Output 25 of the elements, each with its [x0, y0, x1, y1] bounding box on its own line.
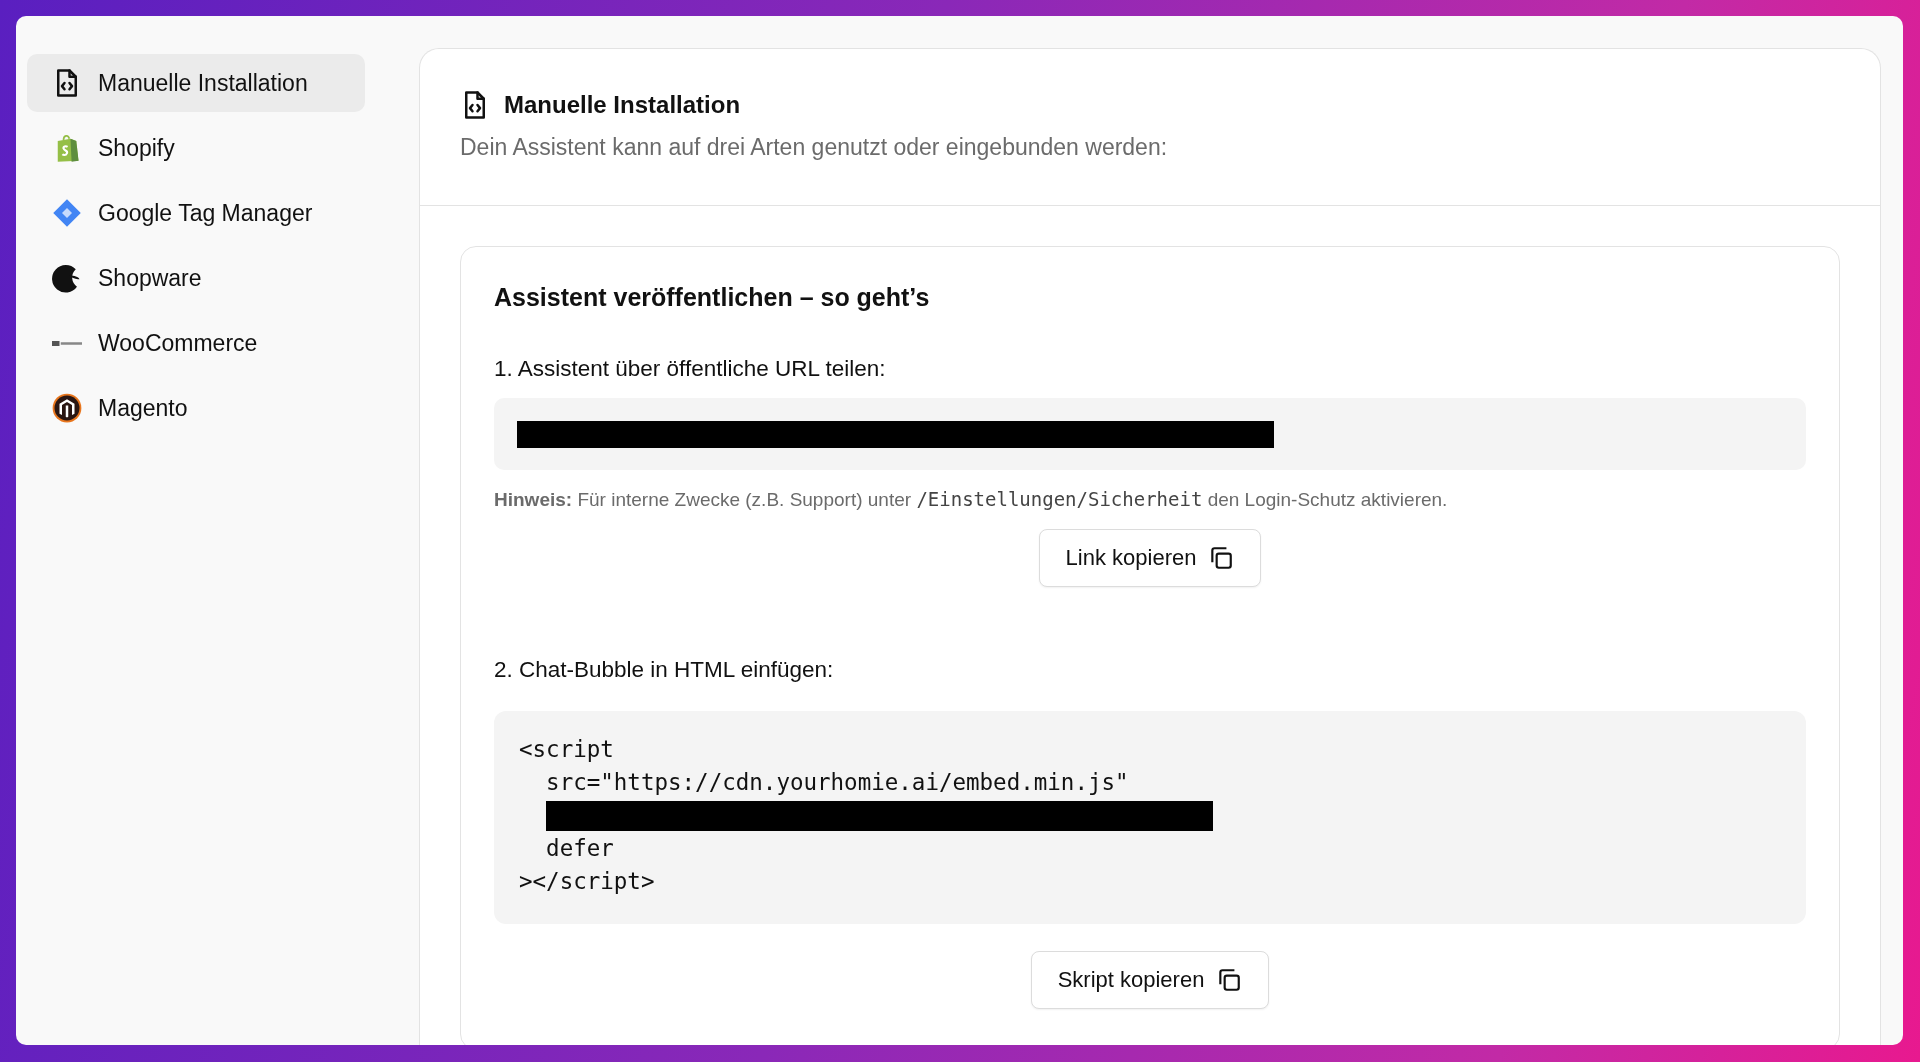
page-subtitle: Dein Assistent kann auf drei Arten genutzt oder eingebunden werden:: [460, 134, 1169, 161]
code-line: <script: [519, 735, 615, 764]
page-title: Manuelle Installation: [504, 91, 741, 119]
step-label: 2. Chat-Bubble in HTML einfügen:: [494, 657, 835, 683]
sidebar-item[interactable]: Google Tag Manager: [27, 184, 365, 242]
copy-icon: [1208, 545, 1235, 571]
code-line: defer: [545, 834, 615, 863]
hexagon-logo-icon: [52, 393, 82, 423]
crescent-logo-icon: [52, 263, 82, 293]
sidebar-item[interactable]: Shopify: [27, 119, 365, 177]
step-label: 1. Assistent über öffentliche URL teilen:: [494, 356, 887, 382]
sidebar-item[interactable]: Magento: [27, 379, 365, 437]
sidebar-item[interactable]: Manuelle Installation: [27, 54, 365, 112]
hint-text: Hinweis: Für interne Zwecke (z.B. Support) unter /Einstellungen/Sicherheit den Login-Schutz aktivieren.: [494, 488, 1449, 511]
copy-link-button[interactable]: Link kopieren: [1038, 529, 1262, 587]
url-field[interactable]: [494, 398, 1806, 470]
copy-icon: [1216, 967, 1243, 993]
sidebar-item[interactable]: WooCommerce: [27, 314, 365, 372]
code-line: ></script>: [519, 867, 656, 896]
diamond-icon: [52, 198, 82, 228]
copy-script-button[interactable]: Skript kopieren: [1030, 951, 1270, 1009]
wordmark-icon: [52, 340, 82, 346]
sidebar-item[interactable]: Shopware: [27, 249, 365, 307]
card-title: Assistent veröffentlichen – so geht’s: [494, 283, 931, 312]
code-line: src="https://cdn.yourhomie.ai/embed.min.js": [545, 768, 1130, 797]
